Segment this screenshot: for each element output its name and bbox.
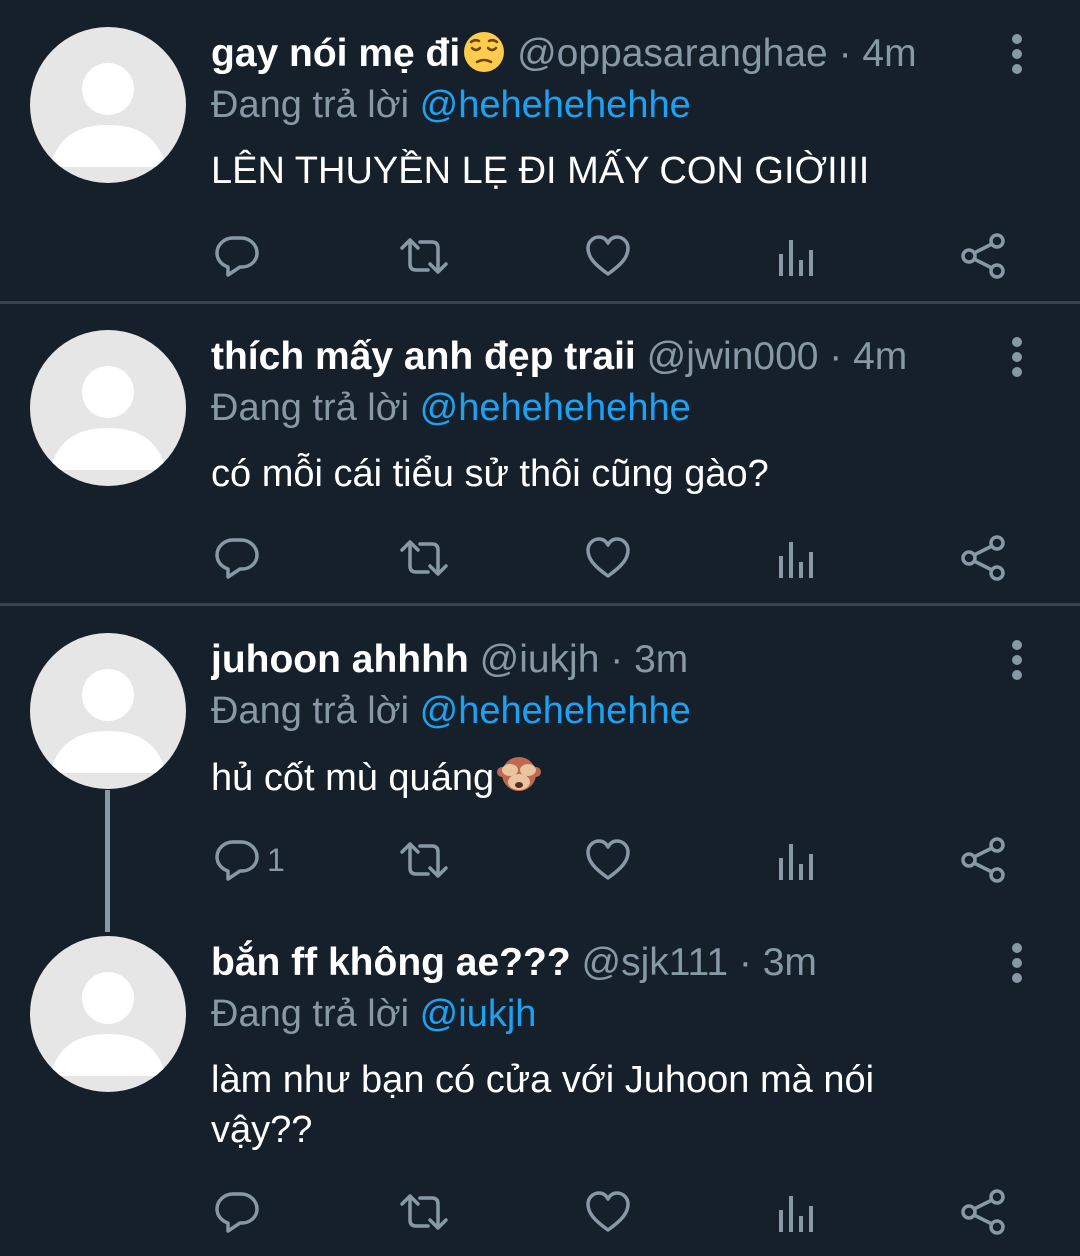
more-vertical-icon[interactable]	[1003, 941, 1031, 985]
more-vertical-icon[interactable]	[1003, 638, 1031, 682]
reply-icon	[213, 232, 261, 280]
replying-label: Đang trả lời	[211, 993, 410, 1035]
retweet-button[interactable]	[396, 530, 452, 586]
tweet[interactable]: gay nói mẹ đi @oppasaranghae · 4m Đang t…	[0, 0, 1080, 302]
replying-label: Đang trả lời	[211, 387, 410, 429]
share-button[interactable]	[959, 1184, 1007, 1240]
timestamp[interactable]: · 4m	[839, 32, 917, 75]
share-icon	[959, 1188, 1007, 1236]
analytics-button[interactable]	[776, 228, 816, 284]
more-vertical-icon[interactable]	[1003, 335, 1031, 379]
retweet-icon	[396, 232, 452, 280]
avatar[interactable]	[30, 330, 186, 486]
retweet-button[interactable]	[396, 228, 452, 284]
pensive-face-icon	[462, 30, 506, 80]
retweet-icon	[396, 534, 452, 582]
timestamp[interactable]: · 4m	[829, 335, 907, 378]
heart-icon	[584, 232, 632, 280]
display-name[interactable]: bắn ff không ae???	[211, 941, 571, 984]
action-bar: 1	[0, 832, 1080, 888]
replying-label: Đang trả lời	[211, 690, 410, 732]
tweet-text-container: hủ cốt mù quáng	[211, 752, 950, 811]
replying-to: Đang trả lời @iukjh	[211, 989, 536, 1039]
tweet-text: có mỗi cái tiểu sử thôi cũng gào?	[211, 453, 769, 495]
avatar[interactable]	[30, 936, 186, 1092]
tweet-header: gay nói mẹ đi @oppasaranghae · 4m	[211, 28, 960, 80]
like-button[interactable]	[584, 228, 632, 284]
action-bar	[0, 1184, 1080, 1240]
replying-to: Đang trả lời @hehehehehhe	[211, 383, 691, 433]
tweet-text: hủ cốt mù quáng	[211, 757, 495, 799]
share-button[interactable]	[959, 832, 1007, 888]
reply-count: 1	[267, 841, 285, 878]
retweet-icon	[396, 1188, 452, 1236]
display-name[interactable]: juhoon ahhhh	[211, 638, 469, 681]
analytics-icon	[776, 1188, 816, 1236]
analytics-icon	[776, 836, 816, 884]
tweet-header: bắn ff không ae??? @sjk111 · 3m	[211, 937, 960, 989]
display-name[interactable]: thích mấy anh đẹp traii	[211, 335, 636, 378]
tweet[interactable]: bắn ff không ae??? @sjk111 · 3m Đang trả…	[0, 910, 1080, 1256]
replying-to: Đang trả lời @hehehehehhe	[211, 80, 691, 130]
timestamp[interactable]: · 3m	[610, 638, 688, 681]
analytics-button[interactable]	[776, 832, 816, 888]
reply-icon	[213, 836, 261, 884]
user-handle[interactable]: @jwin000	[647, 335, 819, 378]
display-name[interactable]: gay nói mẹ đi	[211, 32, 460, 75]
tweet-text: làm như bạn có cửa với Juhoon mà nói vậy…	[211, 1059, 875, 1151]
share-icon	[959, 232, 1007, 280]
tweet-header: thích mấy anh đẹp traii @jwin000 · 4m	[211, 331, 960, 383]
like-button[interactable]	[584, 832, 632, 888]
user-handle[interactable]: @oppasaranghae	[517, 32, 828, 75]
tweet[interactable]: juhoon ahhhh @iukjh · 3m Đang trả lời @h…	[0, 606, 1080, 906]
heart-icon	[584, 534, 632, 582]
mention-link[interactable]: @hehehehehhe	[420, 690, 691, 732]
share-icon	[959, 534, 1007, 582]
share-button[interactable]	[959, 228, 1007, 284]
analytics-icon	[776, 232, 816, 280]
reply-button[interactable]	[213, 1184, 267, 1240]
timestamp[interactable]: · 3m	[739, 941, 817, 984]
tweet[interactable]: thích mấy anh đẹp traii @jwin000 · 4m Đa…	[0, 304, 1080, 604]
reply-icon	[213, 534, 261, 582]
heart-icon	[584, 836, 632, 884]
reply-button[interactable]	[213, 530, 267, 586]
heart-icon	[584, 1188, 632, 1236]
like-button[interactable]	[584, 530, 632, 586]
action-bar	[0, 530, 1080, 586]
mention-link[interactable]: @hehehehehhe	[420, 387, 691, 429]
mention-link[interactable]: @iukjh	[420, 993, 537, 1035]
action-bar	[0, 228, 1080, 284]
reply-button[interactable]: 1	[213, 832, 285, 888]
more-vertical-icon[interactable]	[1003, 32, 1031, 76]
avatar[interactable]	[30, 27, 186, 183]
retweet-button[interactable]	[396, 832, 452, 888]
reply-button[interactable]	[213, 228, 267, 284]
retweet-button[interactable]	[396, 1184, 452, 1240]
avatar[interactable]	[30, 633, 186, 789]
user-handle[interactable]: @sjk111	[582, 941, 729, 984]
tweet-header: juhoon ahhhh @iukjh · 3m	[211, 634, 960, 686]
replying-label: Đang trả lời	[211, 84, 410, 126]
share-button[interactable]	[959, 530, 1007, 586]
replying-to: Đang trả lời @hehehehehhe	[211, 686, 691, 736]
analytics-button[interactable]	[776, 1184, 816, 1240]
reply-icon	[213, 1188, 261, 1236]
retweet-icon	[396, 836, 452, 884]
like-button[interactable]	[584, 1184, 632, 1240]
see-no-evil-monkey-icon	[496, 752, 542, 811]
mention-link[interactable]: @hehehehehhe	[420, 84, 691, 126]
share-icon	[959, 836, 1007, 884]
analytics-button[interactable]	[776, 530, 816, 586]
analytics-icon	[776, 534, 816, 582]
tweet-text: LÊN THUYỀN LẸ ĐI MẤY CON GIỜIIII	[211, 150, 870, 192]
user-handle[interactable]: @iukjh	[480, 638, 600, 681]
